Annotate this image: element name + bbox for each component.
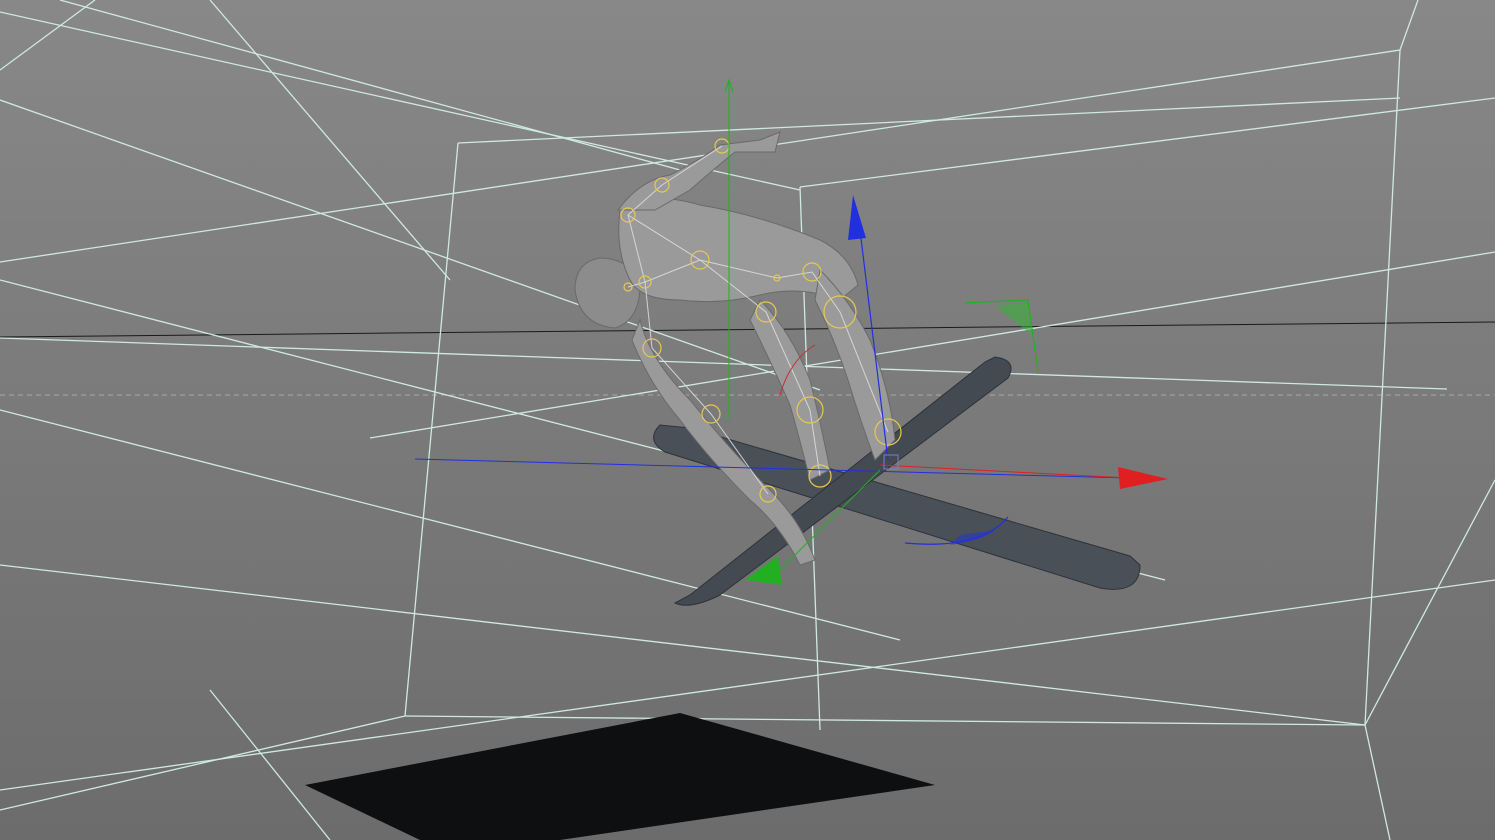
3d-viewport[interactable]	[0, 0, 1495, 840]
character-arm-raised[interactable]	[617, 131, 781, 211]
horizon-line	[0, 321, 1495, 338]
character-leg-right[interactable]	[814, 268, 896, 461]
ski-right[interactable]	[673, 356, 1012, 606]
environment-wireframe	[0, 0, 1495, 840]
gizmo-z-arrow[interactable]	[848, 195, 866, 240]
skis[interactable]	[653, 356, 1141, 606]
gizmo-x-arrow-line[interactable]	[879, 464, 1131, 479]
scene-canvas[interactable]	[0, 0, 1495, 840]
rotate-ring-green-fill[interactable]	[995, 302, 1032, 335]
gizmo-x-arrow[interactable]	[1118, 467, 1168, 489]
ground-shadow	[305, 713, 935, 840]
